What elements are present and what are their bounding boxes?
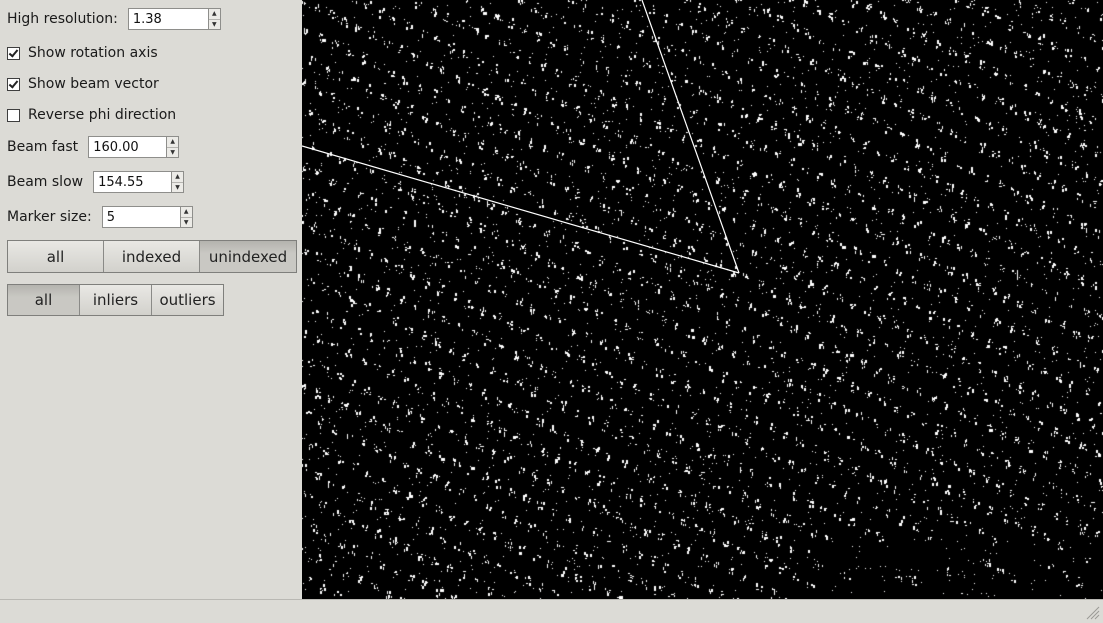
outlier-filter-outliers-button[interactable]: outliers <box>152 285 223 315</box>
beam-slow-down-arrow-icon[interactable]: ▼ <box>172 182 184 193</box>
marker-size-spinbox: ▲ ▼ <box>101 206 193 228</box>
resize-grip-icon[interactable] <box>1084 604 1100 620</box>
outlier-filter-all-button[interactable]: all <box>8 285 80 315</box>
reverse-phi-row[interactable]: Reverse phi direction <box>7 103 176 127</box>
reverse-phi-label: Reverse phi direction <box>28 107 177 123</box>
beam-slow-label: Beam slow <box>7 174 84 190</box>
settings-panel: High resolution: ▲ ▼ Show rotation axis … <box>0 0 302 599</box>
status-bar <box>0 599 1103 623</box>
beam-fast-row: Beam fast ▲ ▼ <box>7 135 180 159</box>
high-resolution-up-arrow-icon[interactable]: ▲ <box>209 9 220 19</box>
outlier-filter-toggle: all inliers outliers <box>7 284 224 316</box>
high-resolution-label: High resolution: <box>7 11 118 27</box>
high-resolution-row: High resolution: ▲ ▼ <box>7 7 221 31</box>
high-resolution-down-arrow-icon[interactable]: ▼ <box>208 19 220 30</box>
index-filter-all-button[interactable]: all <box>8 241 104 272</box>
show-rotation-axis-checkbox[interactable] <box>7 46 20 60</box>
beam-vector-line <box>302 145 740 274</box>
rotation-axis-line <box>641 0 740 274</box>
show-beam-vector-row[interactable]: Show beam vector <box>7 72 159 96</box>
index-filter-toggle: all indexed unindexed <box>7 240 297 273</box>
marker-size-row: Marker size: ▲ ▼ <box>7 205 193 229</box>
beam-slow-up-arrow-icon[interactable]: ▲ <box>172 172 183 182</box>
high-resolution-spinbox: ▲ ▼ <box>127 8 221 30</box>
reciprocal-lattice-viewer[interactable] <box>302 0 1103 599</box>
viewer-overlay <box>302 0 740 274</box>
beam-slow-input[interactable] <box>93 171 173 193</box>
marker-size-input[interactable] <box>101 206 181 228</box>
index-filter-indexed-button[interactable]: indexed <box>104 241 200 272</box>
index-filter-unindexed-button[interactable]: unindexed <box>200 241 296 272</box>
marker-size-down-arrow-icon[interactable]: ▼ <box>180 217 192 228</box>
high-resolution-input[interactable] <box>127 8 209 30</box>
show-beam-vector-label: Show beam vector <box>28 76 159 92</box>
marker-size-label: Marker size: <box>7 209 92 225</box>
beam-slow-spinbox: ▲ ▼ <box>93 171 185 193</box>
show-rotation-axis-label: Show rotation axis <box>28 45 158 61</box>
outlier-filter-inliers-button[interactable]: inliers <box>80 285 152 315</box>
beam-fast-input[interactable] <box>88 136 168 158</box>
beam-slow-row: Beam slow ▲ ▼ <box>7 170 185 194</box>
show-rotation-axis-row[interactable]: Show rotation axis <box>7 41 158 65</box>
beam-fast-up-arrow-icon[interactable]: ▲ <box>167 137 178 147</box>
beam-fast-label: Beam fast <box>7 139 79 155</box>
show-beam-vector-checkbox[interactable] <box>7 77 20 91</box>
marker-size-up-arrow-icon[interactable]: ▲ <box>181 207 192 217</box>
beam-fast-spinbox: ▲ ▼ <box>88 136 180 158</box>
beam-fast-down-arrow-icon[interactable]: ▼ <box>167 147 179 158</box>
reverse-phi-checkbox[interactable] <box>7 108 20 122</box>
